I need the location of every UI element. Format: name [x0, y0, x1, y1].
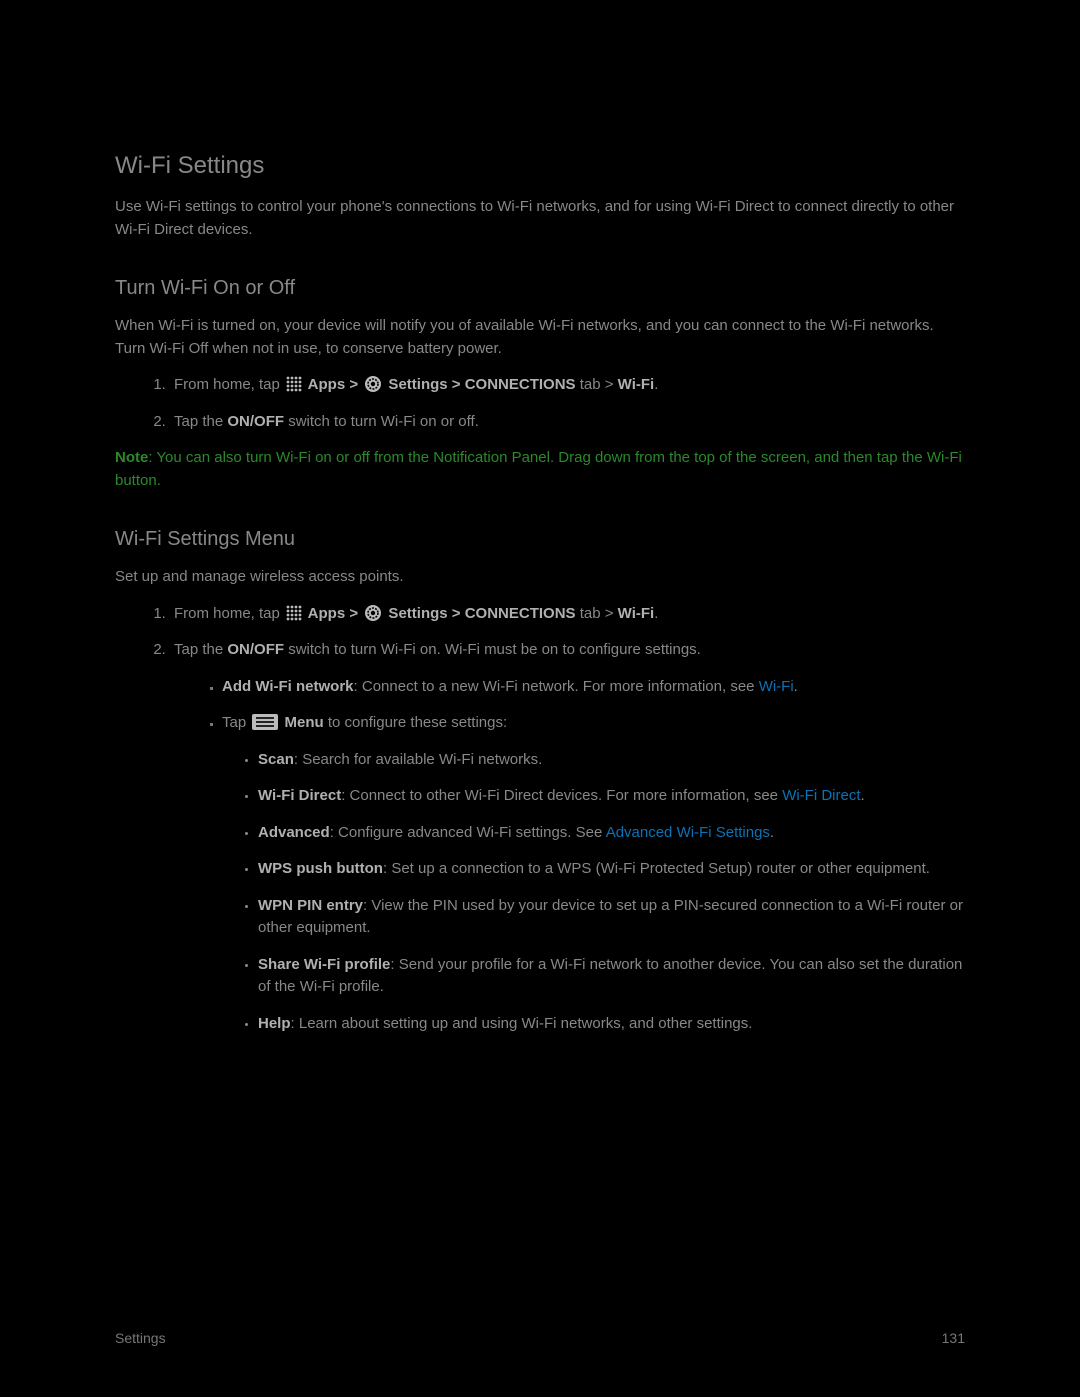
- add-text: : Connect to a new Wi-Fi network. For mo…: [354, 678, 759, 695]
- footer-section-label: Settings: [115, 1328, 166, 1349]
- wfd-end: .: [861, 787, 865, 804]
- opt-wpn: WPN PIN entry: View the PIN used by your…: [258, 895, 965, 940]
- m-step1-apps-label: Apps >: [304, 605, 362, 622]
- adv-end: .: [770, 824, 774, 841]
- section-heading-menu: Wi-Fi Settings Menu: [115, 524, 965, 554]
- add-end: .: [794, 678, 798, 695]
- step2-c: switch to turn Wi-Fi on or off.: [284, 413, 479, 430]
- add-label: Add Wi-Fi network: [222, 678, 354, 695]
- m-step2-c: switch to turn Wi-Fi on. Wi-Fi must be o…: [284, 641, 701, 658]
- wpn-b: WPN PIN entry: [258, 897, 363, 914]
- menu-text: to configure these settings:: [324, 714, 507, 731]
- help-b: Help: [258, 1015, 291, 1032]
- menu-steps: From home, tap Apps > Settings > CONNECT…: [115, 603, 965, 1036]
- m-step1-end: .: [654, 605, 658, 622]
- page-title: Wi-Fi Settings: [115, 148, 965, 184]
- wps-b: WPS push button: [258, 860, 383, 877]
- apps-icon: [286, 605, 302, 621]
- menu-options: Scan: Search for available Wi-Fi network…: [222, 749, 965, 1036]
- m-step2-onoff: ON/OFF: [227, 641, 284, 658]
- wps-t: : Set up a connection to a WPS (Wi-Fi Pr…: [383, 860, 930, 877]
- onoff-description: When Wi-Fi is turned on, your device wil…: [115, 315, 965, 360]
- onoff-steps: From home, tap Apps > Settings > CONNECT…: [115, 374, 965, 433]
- menu-icon: [252, 714, 278, 730]
- bullet-menu: Tap Menu to configure these settings: Sc…: [222, 712, 965, 1035]
- section-heading-onoff: Turn Wi-Fi On or Off: [115, 273, 965, 303]
- gear-icon: [364, 604, 382, 622]
- footer-page-number: 131: [942, 1328, 965, 1349]
- help-t: : Learn about setting up and using Wi-Fi…: [291, 1015, 753, 1032]
- adv-b: Advanced: [258, 824, 330, 841]
- gear-icon: [364, 375, 382, 393]
- opt-help: Help: Learn about setting up and using W…: [258, 1013, 965, 1036]
- adv-t: : Configure advanced Wi-Fi settings. See: [330, 824, 606, 841]
- m-step1-wifi-label: Wi-Fi: [618, 605, 655, 622]
- menu-step-2: Tap the ON/OFF switch to turn Wi-Fi on. …: [170, 639, 965, 1035]
- menu-label: Menu: [280, 714, 323, 731]
- menu-description: Set up and manage wireless access points…: [115, 566, 965, 589]
- menu-pre: Tap: [222, 714, 250, 731]
- step1-tab-text: tab >: [576, 376, 618, 393]
- menu-bullets: Add Wi-Fi network: Connect to a new Wi-F…: [174, 676, 965, 1036]
- m-step1-tab-text: tab >: [576, 605, 618, 622]
- intro-paragraph: Use Wi-Fi settings to control your phone…: [115, 196, 965, 241]
- scan-b: Scan: [258, 751, 294, 768]
- page-footer: Settings 131: [115, 1328, 965, 1349]
- wpn-t: : View the PIN used by your device to se…: [258, 897, 963, 937]
- step1-settings-label: Settings > CONNECTIONS: [384, 376, 575, 393]
- wifi-link[interactable]: Wi-Fi: [759, 678, 794, 695]
- note-label: Note: [115, 449, 148, 466]
- step1-prefix: From home, tap: [174, 376, 284, 393]
- opt-scan: Scan: Search for available Wi-Fi network…: [258, 749, 965, 772]
- m-step2-a: Tap the: [174, 641, 227, 658]
- opt-share: Share Wi-Fi profile: Send your profile f…: [258, 954, 965, 999]
- note-text: : You can also turn Wi-Fi on or off from…: [115, 449, 962, 489]
- m-step1-prefix: From home, tap: [174, 605, 284, 622]
- wfd-t: : Connect to other Wi-Fi Direct devices.…: [341, 787, 782, 804]
- menu-step-1: From home, tap Apps > Settings > CONNECT…: [170, 603, 965, 626]
- scan-t: : Search for available Wi-Fi networks.: [294, 751, 542, 768]
- note-paragraph: Note: You can also turn Wi-Fi on or off …: [115, 447, 965, 492]
- step1-apps-label: Apps >: [304, 376, 362, 393]
- apps-icon: [286, 376, 302, 392]
- document-page: Wi-Fi Settings Use Wi-Fi settings to con…: [0, 0, 1080, 1397]
- step2-onoff: ON/OFF: [227, 413, 284, 430]
- share-b: Share Wi-Fi profile: [258, 956, 390, 973]
- step1-end: .: [654, 376, 658, 393]
- wifi-direct-link[interactable]: Wi-Fi Direct: [782, 787, 860, 804]
- opt-wps: WPS push button: Set up a connection to …: [258, 858, 965, 881]
- step2-a: Tap the: [174, 413, 227, 430]
- m-step1-settings-label: Settings > CONNECTIONS: [384, 605, 575, 622]
- opt-advanced: Advanced: Configure advanced Wi-Fi setti…: [258, 822, 965, 845]
- advanced-wifi-link[interactable]: Advanced Wi-Fi Settings: [606, 824, 770, 841]
- bullet-add-network: Add Wi-Fi network: Connect to a new Wi-F…: [222, 676, 965, 699]
- step-1: From home, tap Apps > Settings > CONNECT…: [170, 374, 965, 397]
- opt-wifi-direct: Wi-Fi Direct: Connect to other Wi-Fi Dir…: [258, 785, 965, 808]
- step-2: Tap the ON/OFF switch to turn Wi-Fi on o…: [170, 411, 965, 434]
- step1-wifi-label: Wi-Fi: [618, 376, 655, 393]
- wfd-b: Wi-Fi Direct: [258, 787, 341, 804]
